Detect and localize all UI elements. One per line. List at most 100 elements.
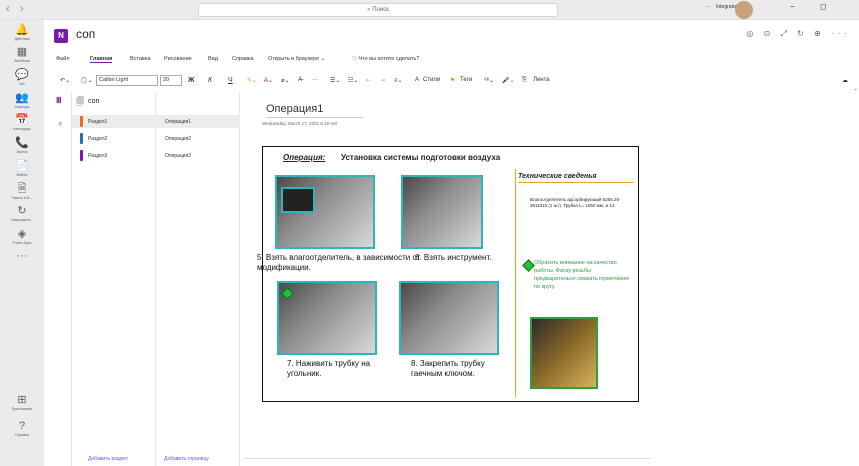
- notebook-icon: 🗐: [76, 97, 84, 106]
- rail-item-7[interactable]: 🗎 Тикеты в В...: [0, 183, 44, 200]
- section-row[interactable]: Раздел2 Операция2: [72, 132, 240, 145]
- menu-item-6[interactable]: Открыть в браузере ⌄: [268, 56, 325, 62]
- spelling-icon[interactable]: ᴬᵇ⌄: [484, 77, 494, 84]
- font-family-select[interactable]: Calibri Light: [96, 75, 158, 86]
- caption-step-8: 8. Закрепить трубку гаечным ключом.: [411, 359, 485, 378]
- tape-button[interactable]: Лента: [533, 77, 550, 83]
- rail-item-10[interactable]: ···: [0, 250, 44, 263]
- minimize-icon[interactable]: −: [790, 2, 795, 11]
- header-actions-icon[interactable]: ◎ ⊙ ⤢ ↻ ⊕ ···: [746, 29, 851, 39]
- menu-item-3[interactable]: Рисование: [164, 56, 192, 62]
- app-title: соп: [76, 27, 96, 41]
- tags-button[interactable]: Теги: [460, 77, 472, 83]
- menu-item-0[interactable]: Файл: [56, 56, 70, 62]
- photo-tools: [401, 175, 483, 249]
- rail-item-0[interactable]: 🔔 Действия: [0, 24, 44, 41]
- notebook-rail: Ⅲ ⌕: [44, 92, 72, 466]
- align-icon[interactable]: ≡⌄: [394, 77, 403, 84]
- page-title[interactable]: Операция1: [266, 103, 363, 118]
- more-icon[interactable]: ···: [705, 4, 711, 10]
- page-name[interactable]: Операция1: [165, 119, 191, 125]
- menu-item-2[interactable]: Вставка: [130, 56, 150, 62]
- tech-info-panel: Технические сведенья Влагоотделитель адс…: [515, 169, 635, 397]
- search-input[interactable]: ⌕ Поиск: [198, 3, 558, 17]
- section-row[interactable]: Раздел3 Операция3: [72, 149, 240, 162]
- page-name[interactable]: Операция3: [165, 153, 191, 159]
- tag-icon[interactable]: ⚑: [450, 77, 455, 84]
- rail-item-5[interactable]: 📞 Звонки: [0, 137, 44, 154]
- menu-item-5[interactable]: Справка: [232, 56, 254, 62]
- underline-button[interactable]: Ч: [228, 77, 233, 84]
- font-color-icon[interactable]: A⌄: [264, 77, 273, 84]
- ribbon: ↶⌄ 📋⌄ Calibri Light 20 Ж К Ч ✎⌄ A⌄ ⌀⌄ A̶…: [44, 74, 859, 90]
- bullets-icon[interactable]: ☰⌄: [330, 77, 340, 84]
- rail-item-9[interactable]: ◈ Power Apps: [0, 228, 44, 245]
- styles-icon[interactable]: A: [415, 77, 419, 83]
- search-icon[interactable]: ⌕: [58, 119, 62, 129]
- rail-item-label: Утверждени...: [10, 218, 34, 222]
- bold-button[interactable]: Ж: [188, 77, 194, 84]
- more-icon: ···: [16, 250, 28, 262]
- italic-button[interactable]: К: [208, 77, 212, 84]
- rail-item-2[interactable]: 💬 Чат: [0, 69, 44, 86]
- font-size-select[interactable]: 20: [160, 75, 182, 86]
- photo-fitting: [530, 317, 598, 389]
- eraser-icon[interactable]: ⌀⌄: [281, 77, 290, 84]
- add-page-link[interactable]: Добавить страницу: [164, 456, 209, 462]
- indent-icon[interactable]: ⇥: [380, 77, 385, 84]
- dictate-icon[interactable]: 🎤⌄: [502, 77, 515, 84]
- maximize-icon[interactable]: ◻: [820, 2, 827, 11]
- add-section-link[interactable]: Добавить раздел: [88, 456, 128, 462]
- menu-item-7[interactable]: ♡ Что вы хотите сделать?: [352, 56, 419, 62]
- styles-button[interactable]: Стили: [423, 77, 440, 83]
- menu-item-4[interactable]: Вид: [208, 56, 218, 62]
- notebook-title: соп: [88, 98, 100, 105]
- section-name[interactable]: Раздел3: [88, 153, 107, 159]
- operation-heading: Установка системы подготовки воздуха: [341, 153, 501, 162]
- calendar-icon: 📅: [15, 114, 29, 126]
- rail-item-3[interactable]: 👥 Команды: [0, 92, 44, 109]
- undo-icon[interactable]: ↶⌄: [60, 77, 70, 84]
- rail-item-11[interactable]: ⊞ Приложения: [0, 394, 44, 411]
- tape-icon[interactable]: ⎘: [522, 77, 527, 84]
- page-name[interactable]: Операция2: [165, 136, 191, 142]
- apps-icon: ⊞: [17, 394, 27, 406]
- share-icon[interactable]: ☁: [842, 77, 848, 84]
- section-name[interactable]: Раздел1: [88, 119, 107, 125]
- tech-info-text: Влагоотделитель адсорбирующий 5256.25-35…: [530, 197, 621, 208]
- back-arrow-icon[interactable]: ‹: [6, 3, 10, 15]
- attention-icon: [522, 259, 535, 272]
- section-color-bar: [80, 150, 83, 161]
- rail-item-8[interactable]: ↻ Утверждени...: [0, 205, 44, 222]
- section-row[interactable]: Раздел1 Операция1: [72, 115, 240, 128]
- notebooks-icon[interactable]: Ⅲ: [56, 96, 70, 108]
- format-icon[interactable]: A̶: [298, 77, 302, 83]
- scroll-arrow-icon[interactable]: ⌄: [853, 85, 859, 99]
- photo-wrench: [399, 281, 499, 355]
- rail-item-label: Календарь: [13, 127, 31, 131]
- menu-item-1[interactable]: Главная: [90, 56, 113, 63]
- overflow-icon[interactable]: ···: [312, 77, 318, 83]
- caption-step-7: 7. Наживить трубку на угольник.: [287, 359, 371, 378]
- rail-item-6[interactable]: 📄 Файлы: [0, 160, 44, 177]
- rail-item-4[interactable]: 📅 Календарь: [0, 114, 44, 131]
- rail-item-label: Workflows: [13, 59, 31, 63]
- outdent-icon[interactable]: ⇤: [366, 77, 371, 84]
- rail-item-1[interactable]: ▦ Workflows: [0, 46, 44, 63]
- highlight-icon[interactable]: ✎⌄: [247, 77, 257, 84]
- powerapps-icon: ◈: [17, 228, 27, 240]
- chat-icon: 💬: [15, 69, 29, 81]
- section-name[interactable]: Раздел2: [88, 136, 107, 142]
- app-header: N соп ◎ ⊙ ⤢ ↻ ⊕ ···: [44, 20, 859, 50]
- avatar[interactable]: [735, 1, 753, 19]
- numbering-icon[interactable]: ☷⌄: [348, 77, 358, 84]
- horizontal-scrollbar[interactable]: [243, 458, 651, 464]
- rail-item-12[interactable]: ? Справка: [0, 420, 44, 437]
- forward-arrow-icon[interactable]: ›: [20, 3, 24, 15]
- grid-icon: ▦: [16, 46, 28, 58]
- clipboard-icon[interactable]: 📋⌄: [80, 77, 93, 84]
- section-color-bar: [80, 133, 83, 144]
- rail-item-label: Чат: [19, 82, 25, 86]
- page-date: Wednesday, March 17, 2021 6:18 AM: [262, 121, 337, 126]
- rail-item-label: Команды: [14, 105, 30, 109]
